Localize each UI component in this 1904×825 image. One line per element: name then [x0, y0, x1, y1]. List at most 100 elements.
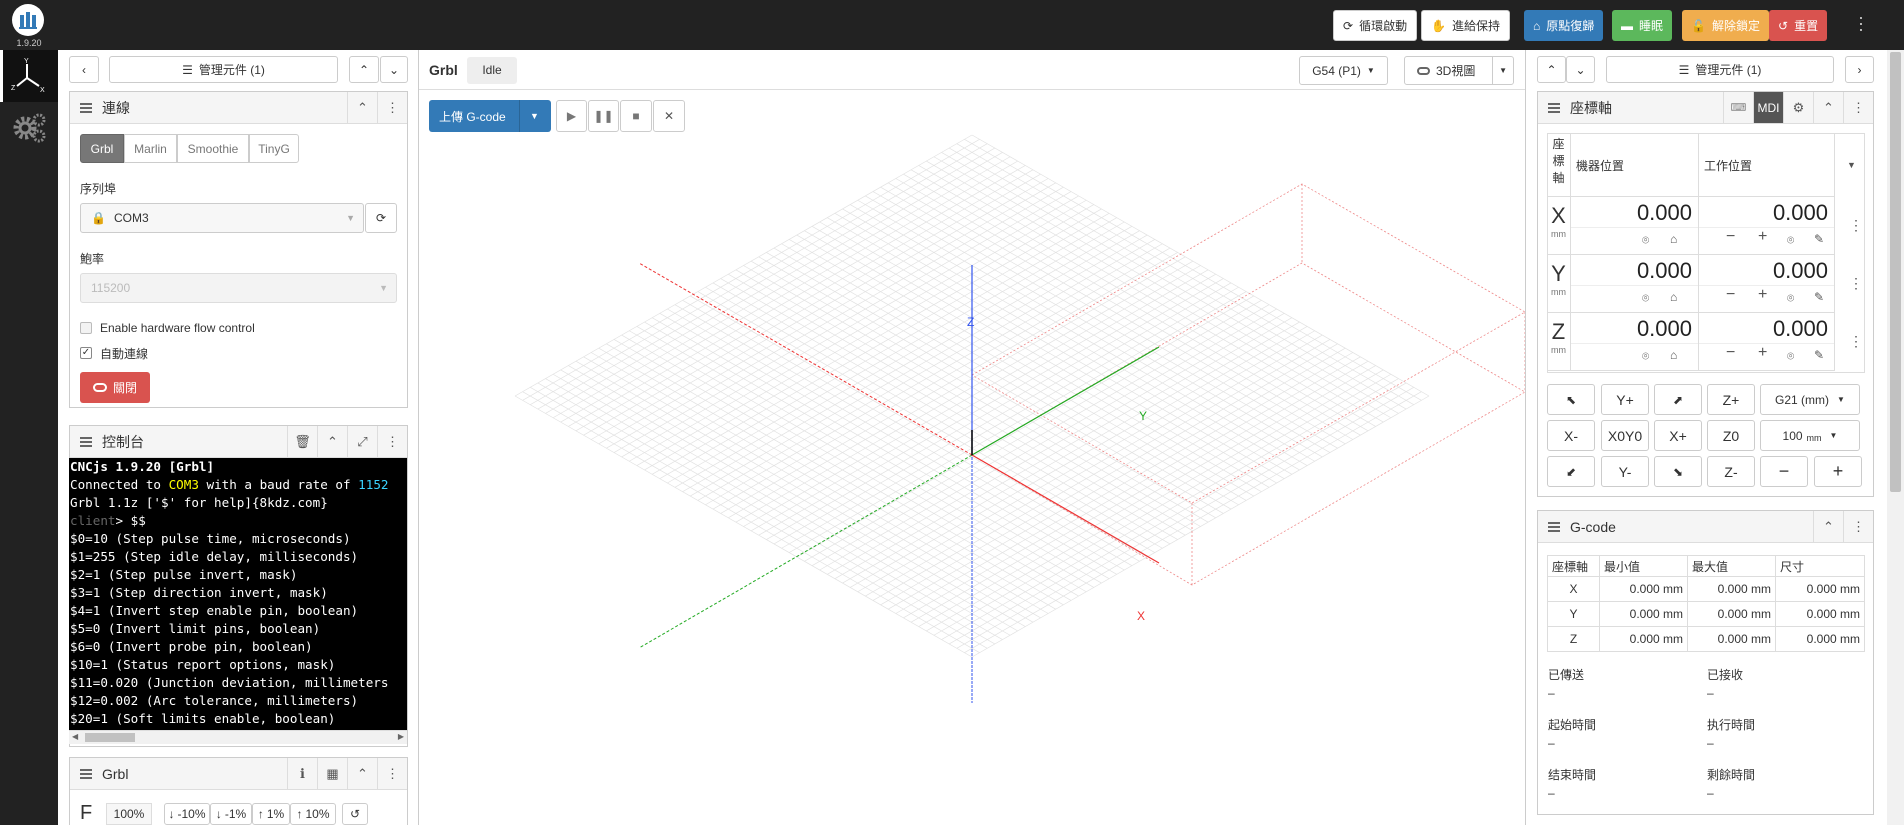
work-position-cell[interactable]: 0.000 − + ⌾ ✎: [1699, 313, 1835, 371]
edit-icon[interactable]: ✎: [1814, 290, 1824, 304]
reset-button[interactable]: ↺ 重置: [1769, 10, 1828, 41]
plus-icon[interactable]: +: [1758, 228, 1767, 246]
jog-xplus-yplus-button[interactable]: ⬈: [1654, 384, 1702, 415]
caret-down-icon[interactable]: ▼: [1847, 160, 1856, 170]
jog-xplus-yminus-button[interactable]: ⬊: [1654, 456, 1702, 487]
drag-handle-icon[interactable]: [80, 436, 92, 447]
collapse-left-button[interactable]: ‹: [69, 56, 99, 83]
grbl-grid-button[interactable]: ▦: [317, 758, 347, 789]
jog-yminus-button[interactable]: Y-: [1601, 456, 1649, 487]
jog-zplus-button[interactable]: Z+: [1707, 384, 1755, 415]
scroll-up-left-button[interactable]: ⌃: [349, 56, 379, 83]
decrease-step-button[interactable]: −: [1760, 456, 1808, 487]
gcode-menu-button[interactable]: ⋮: [1843, 511, 1873, 542]
tab-marlin[interactable]: Marlin: [124, 134, 177, 163]
edit-icon[interactable]: ✎: [1814, 348, 1824, 362]
go-to-z-zero-button[interactable]: Z0: [1707, 420, 1755, 451]
jog-xminus-yminus-button[interactable]: ⬋: [1547, 456, 1595, 487]
port-select[interactable]: 🔒 COM3 ▼: [80, 203, 364, 233]
scroll-right-icon[interactable]: ▶: [398, 732, 404, 741]
increase-step-button[interactable]: +: [1814, 456, 1862, 487]
jog-xminus-yplus-button[interactable]: ⬉: [1547, 384, 1595, 415]
drag-handle-icon[interactable]: [80, 768, 92, 779]
work-position-value[interactable]: 0.000: [1773, 316, 1828, 342]
sidebar-item-settings[interactable]: [12, 110, 48, 147]
keyboard-button[interactable]: ⌨: [1723, 92, 1753, 123]
set-origin-icon[interactable]: ⌾: [1642, 233, 1649, 248]
minus-icon[interactable]: −: [1726, 228, 1735, 246]
scrollbar-thumb[interactable]: [85, 733, 135, 742]
refresh-ports-button[interactable]: ⟳: [365, 203, 397, 233]
manage-widgets-left-button[interactable]: ☰ 管理元件 (1): [109, 56, 338, 83]
set-zero-icon[interactable]: ⌾: [1787, 291, 1794, 306]
3d-scene[interactable]: Z Y X: [419, 90, 1525, 825]
more-vertical-icon[interactable]: ⋮: [1849, 333, 1863, 350]
drag-handle-icon[interactable]: [80, 102, 92, 113]
set-origin-icon[interactable]: ⌾: [1642, 291, 1649, 306]
scroll-up-right-button[interactable]: ⌃: [1537, 56, 1566, 83]
grbl-menu-button[interactable]: ⋮: [377, 758, 407, 789]
feed-plus-10-button[interactable]: ↑ 10%: [290, 803, 336, 825]
step-distance-dropdown[interactable]: 100 mm ▼: [1760, 420, 1860, 451]
flow-control-checkbox[interactable]: [80, 322, 92, 334]
auto-connect-checkbox[interactable]: ✓: [80, 347, 92, 359]
home-icon[interactable]: ⌂: [1670, 348, 1677, 362]
jog-zminus-button[interactable]: Z-: [1707, 456, 1755, 487]
baud-select[interactable]: 115200 ▼: [80, 273, 397, 303]
drag-handle-icon[interactable]: [1548, 102, 1560, 113]
tab-grbl[interactable]: Grbl: [80, 134, 124, 163]
scrollbar-thumb[interactable]: [1890, 52, 1901, 492]
3d-view-toggle[interactable]: 3D視圖 ▼: [1404, 56, 1514, 85]
go-to-xy-zero-button[interactable]: X0Y0: [1601, 420, 1649, 451]
cncjs-logo[interactable]: [12, 4, 44, 36]
set-origin-icon[interactable]: ⌾: [1642, 349, 1649, 364]
scroll-down-right-button[interactable]: ⌄: [1566, 56, 1595, 83]
collapse-grbl-button[interactable]: ⌃: [347, 758, 377, 789]
jog-yplus-button[interactable]: Y+: [1601, 384, 1649, 415]
manage-widgets-right-button[interactable]: ☰ 管理元件 (1): [1606, 56, 1834, 83]
units-dropdown[interactable]: G21 (mm) ▼: [1760, 384, 1860, 415]
clear-console-button[interactable]: 🗑: [287, 426, 317, 457]
console-output[interactable]: CNCjs 1.9.20 [Grbl] Connected to COM3 wi…: [69, 458, 407, 730]
sleep-button[interactable]: ▬ 睡眠: [1612, 10, 1673, 41]
edit-icon[interactable]: ✎: [1814, 232, 1824, 246]
more-vertical-icon[interactable]: ⋮: [1849, 275, 1863, 292]
plus-icon[interactable]: +: [1758, 344, 1767, 362]
feed-hold-button[interactable]: ✋ 進給保持: [1421, 10, 1510, 41]
set-zero-icon[interactable]: ⌾: [1787, 233, 1794, 248]
jog-xminus-button[interactable]: X-: [1547, 420, 1595, 451]
close-connection-button[interactable]: 關閉: [80, 372, 150, 403]
mdi-button[interactable]: MDI: [1753, 92, 1783, 123]
tab-tinyg[interactable]: TinyG: [249, 134, 299, 163]
plus-icon[interactable]: +: [1758, 286, 1767, 304]
home-icon[interactable]: ⌂: [1670, 290, 1677, 304]
tab-smoothie[interactable]: Smoothie: [177, 134, 249, 163]
jog-xplus-button[interactable]: X+: [1654, 420, 1702, 451]
minus-icon[interactable]: −: [1726, 286, 1735, 304]
homing-button[interactable]: ⌂ 原點復歸: [1524, 10, 1604, 41]
work-position-value[interactable]: 0.000: [1773, 258, 1828, 284]
fullscreen-console-button[interactable]: ⤢: [347, 426, 377, 457]
feed-reset-button[interactable]: ↺: [342, 803, 368, 825]
collapse-console-button[interactable]: ⌃: [317, 426, 347, 457]
set-zero-icon[interactable]: ⌾: [1787, 349, 1794, 364]
axes-settings-button[interactable]: ⚙: [1783, 92, 1813, 123]
work-position-cell[interactable]: 0.000 − + ⌾ ✎: [1699, 255, 1835, 313]
axes-menu-button[interactable]: ⋮: [1843, 92, 1873, 123]
more-vertical-icon[interactable]: · · ·: [1858, 8, 1864, 38]
connection-menu-button[interactable]: ⋮: [377, 92, 407, 123]
minus-icon[interactable]: −: [1726, 344, 1735, 362]
work-position-cell[interactable]: 0.000 − + ⌾ ✎: [1699, 197, 1835, 255]
console-scrollbar[interactable]: ◀ ▶: [69, 730, 407, 744]
feed-plus-1-button[interactable]: ↑ 1%: [252, 803, 290, 825]
grbl-info-button[interactable]: ℹ: [287, 758, 317, 789]
unlock-button[interactable]: 🔓 解除鎖定: [1682, 10, 1769, 41]
page-scrollbar[interactable]: [1887, 50, 1904, 825]
more-vertical-icon[interactable]: ⋮: [1849, 217, 1863, 234]
feed-minus-1-button[interactable]: ↓ -1%: [210, 803, 252, 825]
cycle-start-button[interactable]: ⟳ 循環啟動: [1333, 10, 1418, 41]
collapse-connection-button[interactable]: ⌃: [347, 92, 377, 123]
work-position-value[interactable]: 0.000: [1773, 200, 1828, 226]
home-icon[interactable]: ⌂: [1670, 232, 1677, 246]
console-menu-button[interactable]: ⋮: [377, 426, 407, 457]
